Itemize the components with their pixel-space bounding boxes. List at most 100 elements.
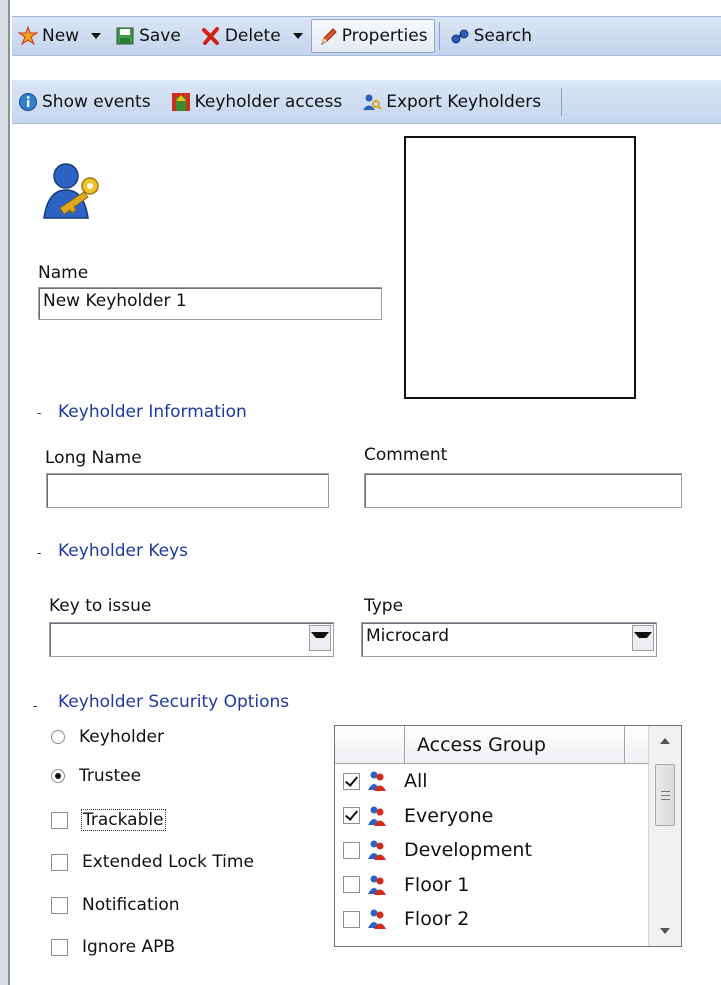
table-row[interactable]: All: [335, 764, 649, 799]
chevron-up-icon: [660, 738, 670, 744]
grid-header: Access Group: [335, 726, 649, 764]
grid-vertical-scrollbar[interactable]: [648, 726, 681, 946]
table-row[interactable]: Everyone: [335, 799, 649, 834]
export-keyholders-button[interactable]: Export Keyholders: [356, 85, 547, 119]
table-row[interactable]: Floor 1: [335, 868, 649, 903]
option-extended-lock-time[interactable]: Extended Lock Time: [51, 852, 254, 872]
search-binoculars-icon: [450, 26, 470, 46]
new-button-label: New: [42, 26, 80, 46]
delete-x-icon: [201, 26, 221, 46]
secondary-toolbar: Show events Keyholder access Export Keyh…: [12, 80, 721, 124]
group-users-icon: [366, 839, 388, 861]
save-button-label: Save: [139, 26, 181, 46]
keyholder-access-button[interactable]: Keyholder access: [165, 85, 349, 119]
type-label: Type: [364, 596, 404, 616]
row-name: Everyone: [404, 804, 494, 827]
chevron-down-icon: [634, 632, 652, 644]
comment-label: Comment: [364, 445, 448, 465]
radio-keyholder-option[interactable]: Keyholder: [51, 727, 164, 747]
group-users-icon: [366, 908, 388, 930]
radio-keyholder[interactable]: [51, 730, 65, 744]
delete-button[interactable]: Delete: [195, 19, 287, 53]
radio-trustee[interactable]: [51, 769, 65, 783]
export-keyholders-icon: [362, 92, 382, 112]
collapse-security-icon[interactable]: -: [33, 699, 37, 713]
notification-label: Notification: [82, 895, 180, 915]
row-checkbox[interactable]: [343, 772, 360, 790]
comment-input-value: [365, 474, 681, 480]
row-checkbox[interactable]: [343, 876, 360, 894]
row-name: All: [404, 770, 428, 793]
search-button[interactable]: Search: [444, 19, 538, 53]
new-button[interactable]: New: [12, 19, 85, 53]
delete-button-label: Delete: [224, 26, 281, 46]
delete-dropdown-icon[interactable]: [292, 33, 303, 39]
section-keyholder-security-options[interactable]: Keyholder Security Options: [58, 692, 289, 712]
group-users-icon: [366, 770, 388, 792]
collapse-keys-icon[interactable]: -: [37, 546, 41, 560]
option-notification[interactable]: Notification: [51, 895, 180, 915]
type-select-value: Microcard: [366, 626, 449, 646]
row-name: Development: [404, 839, 532, 862]
show-events-button[interactable]: Show events: [12, 85, 157, 119]
option-trackable[interactable]: Trackable: [51, 809, 166, 831]
name-input-value: New Keyholder 1: [43, 291, 187, 311]
grid-header-access-group[interactable]: Access Group: [405, 726, 625, 763]
scroll-thumb[interactable]: [655, 764, 675, 826]
row-checkbox[interactable]: [343, 841, 360, 859]
checkbox-extended-lock-time[interactable]: [51, 853, 68, 871]
new-star-icon: [17, 25, 39, 46]
long-name-input[interactable]: [46, 473, 329, 508]
photo-frame[interactable]: [404, 136, 636, 399]
pencil-icon: [318, 26, 338, 46]
chevron-down-icon: [311, 632, 329, 644]
grid-header-select-column[interactable]: [335, 726, 405, 763]
door-access-icon: [171, 92, 191, 112]
section-keyholder-information[interactable]: Keyholder Information: [58, 402, 247, 422]
scroll-up-button[interactable]: [649, 726, 681, 756]
type-dropdown-button[interactable]: [632, 625, 654, 651]
key-to-issue-select[interactable]: [49, 622, 334, 657]
row-checkbox[interactable]: [343, 910, 360, 928]
section-keyholder-keys[interactable]: Keyholder Keys: [58, 541, 188, 561]
row-checkbox[interactable]: [343, 807, 360, 825]
checkbox-trackable[interactable]: [51, 811, 68, 829]
window-top-edge: [10, 0, 721, 14]
radio-keyholder-label: Keyholder: [79, 727, 164, 747]
scroll-down-button[interactable]: [649, 916, 681, 946]
group-users-icon: [366, 874, 388, 896]
type-select[interactable]: Microcard: [361, 622, 657, 657]
export-keyholders-label: Export Keyholders: [386, 91, 542, 112]
toolbar-separator: [438, 22, 440, 50]
long-name-input-value: [47, 474, 328, 480]
search-button-label: Search: [473, 26, 533, 46]
comment-input[interactable]: [364, 473, 682, 508]
show-events-label: Show events: [42, 91, 151, 112]
trackable-label: Trackable: [81, 809, 166, 831]
checkbox-ignore-apb[interactable]: [51, 938, 68, 956]
radio-trustee-option[interactable]: Trustee: [51, 766, 141, 786]
info-icon: [18, 92, 38, 112]
row-name: Floor 2: [404, 908, 470, 931]
keyholder-access-label: Keyholder access: [194, 91, 343, 112]
extended-lock-time-label: Extended Lock Time: [82, 852, 254, 872]
name-input[interactable]: New Keyholder 1: [38, 287, 382, 320]
save-button[interactable]: Save: [109, 19, 187, 53]
window-left-border: [0, 0, 10, 985]
long-name-label: Long Name: [45, 448, 142, 468]
grid-body: All Everyone Development Floor 1 Floor 2: [335, 764, 649, 937]
option-ignore-apb[interactable]: Ignore APB: [51, 937, 175, 957]
collapse-info-icon[interactable]: -: [37, 406, 41, 420]
table-row[interactable]: Floor 2: [335, 902, 649, 937]
key-to-issue-dropdown-button[interactable]: [309, 625, 331, 651]
keyholder-avatar-icon: [40, 160, 108, 222]
key-to-issue-label: Key to issue: [49, 596, 152, 616]
new-dropdown-icon[interactable]: [91, 33, 102, 39]
table-row[interactable]: Development: [335, 833, 649, 868]
group-users-icon: [366, 805, 388, 827]
access-group-header-label: Access Group: [417, 733, 546, 756]
properties-button[interactable]: Properties: [310, 19, 435, 53]
checkbox-notification[interactable]: [51, 896, 68, 914]
access-group-grid[interactable]: Access Group All Everyone Development Fl…: [334, 725, 682, 947]
chevron-down-icon: [660, 928, 670, 934]
